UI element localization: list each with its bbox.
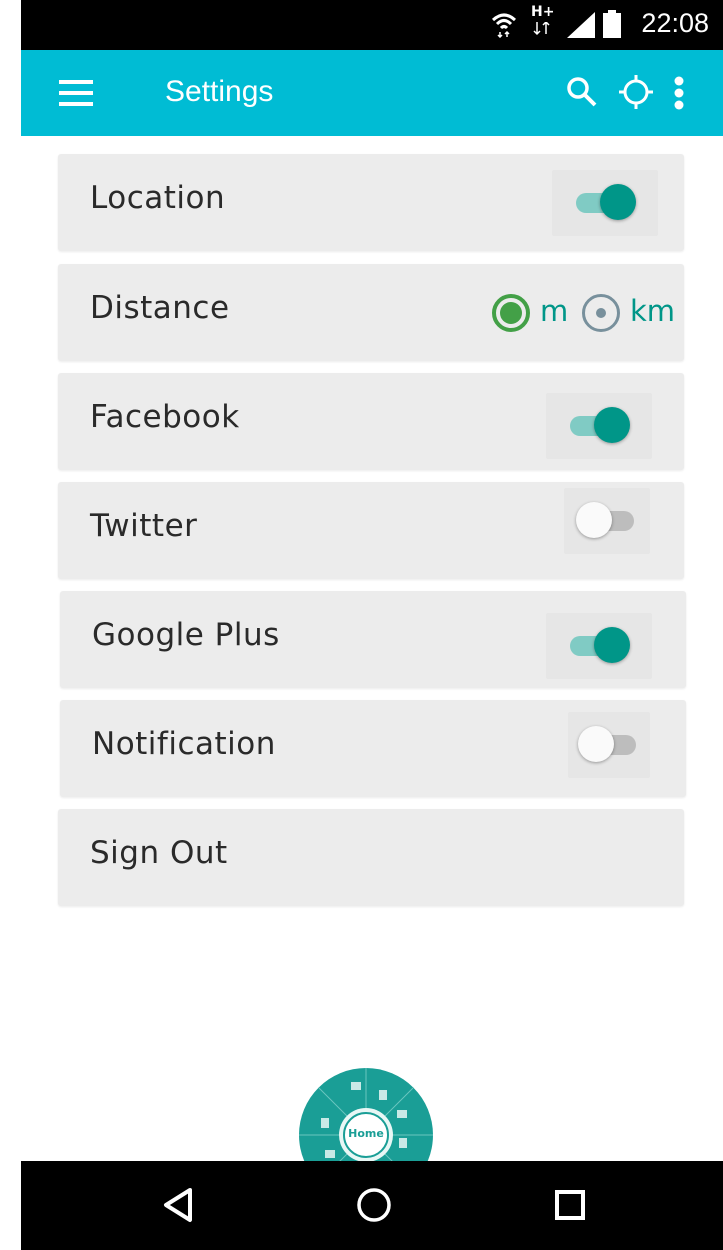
setting-label: Distance	[90, 290, 230, 326]
toggle-background	[552, 170, 658, 236]
setting-facebook: Facebook	[58, 373, 684, 470]
radio-label-m: m	[540, 294, 569, 328]
app-bar: Settings	[21, 50, 723, 136]
sign-out-button[interactable]: Sign Out	[58, 809, 684, 906]
status-bar: H+ 22:08	[21, 0, 723, 50]
twitter-toggle[interactable]	[576, 502, 636, 538]
search-icon[interactable]	[566, 76, 598, 108]
radial-menu-home-label[interactable]: Home	[299, 1127, 433, 1140]
navigation-bar	[21, 1161, 723, 1250]
setting-label: Notification	[92, 726, 276, 762]
recents-icon[interactable]	[554, 1189, 586, 1221]
setting-label: Twitter	[90, 508, 198, 544]
page-title: Settings	[165, 75, 274, 108]
menu-icon[interactable]	[59, 80, 93, 108]
h-plus-data-icon: H+	[531, 4, 555, 36]
setting-location: Location	[58, 154, 684, 251]
radio-label-km: km	[630, 294, 676, 328]
signal-icon	[567, 12, 595, 38]
toggle-background	[546, 613, 652, 679]
facebook-toggle[interactable]	[566, 407, 630, 443]
battery-icon	[603, 10, 621, 38]
distance-unit-group: m km	[492, 294, 684, 334]
back-icon[interactable]	[162, 1187, 194, 1223]
more-vert-icon[interactable]	[672, 76, 686, 110]
status-time: 22:08	[641, 8, 709, 38]
setting-google-plus: Google Plus	[60, 591, 686, 688]
notification-toggle[interactable]	[578, 726, 638, 762]
home-icon[interactable]	[356, 1187, 392, 1223]
distance-radio-km[interactable]: km	[582, 294, 682, 334]
setting-label: Location	[90, 180, 226, 216]
wifi-icon	[491, 13, 517, 38]
toggle-background	[568, 712, 650, 778]
setting-twitter: Twitter	[58, 482, 684, 579]
distance-radio-m[interactable]: m	[492, 294, 572, 334]
network-type-label: H+	[531, 4, 555, 20]
sign-out-label: Sign Out	[90, 835, 228, 871]
toggle-background	[546, 393, 652, 459]
google-plus-toggle[interactable]	[566, 627, 630, 663]
setting-label: Google Plus	[92, 617, 280, 653]
toggle-background	[564, 488, 650, 554]
setting-label: Facebook	[90, 399, 240, 435]
setting-distance: Distance m km	[58, 264, 684, 361]
setting-notification: Notification	[60, 700, 686, 797]
location-toggle[interactable]	[572, 184, 636, 220]
locate-icon[interactable]	[618, 74, 654, 110]
